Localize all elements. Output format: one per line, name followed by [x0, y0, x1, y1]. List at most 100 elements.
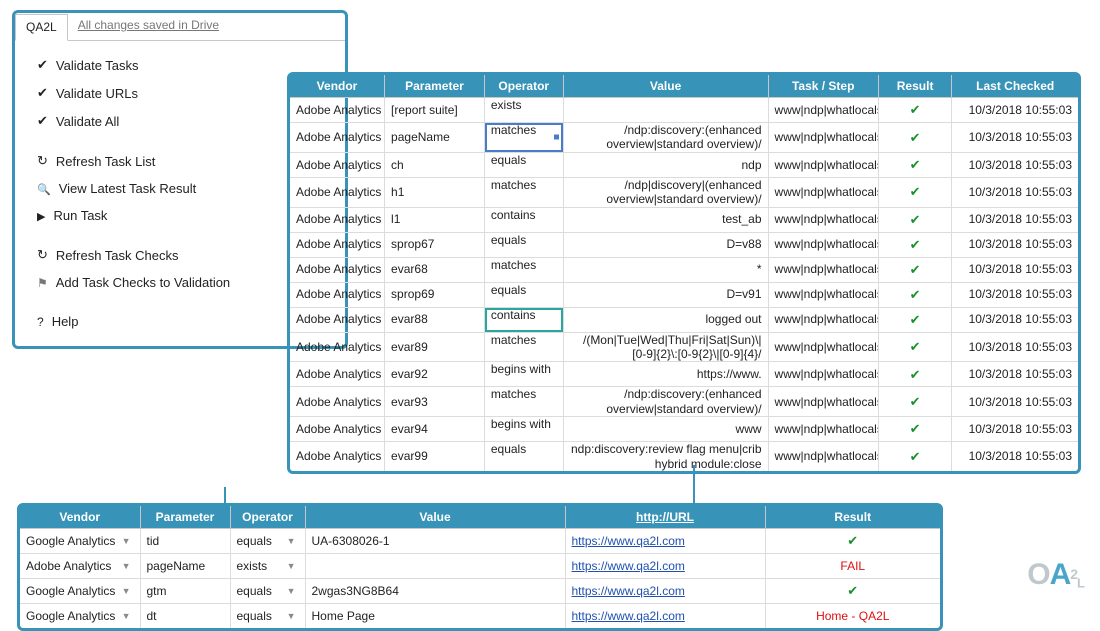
url-cell[interactable]: https://www.qa2l.com: [565, 604, 765, 629]
value-cell[interactable]: /ndp:discovery:(enhanced overview|standa…: [563, 123, 768, 153]
parameter-cell[interactable]: evar89: [385, 332, 485, 362]
column-header[interactable]: http://URL: [565, 506, 765, 529]
task-cell[interactable]: www|ndp|whatlocals:: [768, 387, 878, 417]
parameter-cell[interactable]: gtm: [140, 579, 230, 604]
task-cell[interactable]: www|ndp|whatlocals:: [768, 232, 878, 257]
vendor-cell[interactable]: Adobe Analytics▼: [290, 98, 385, 123]
vendor-cell[interactable]: Adobe Analytics▼: [290, 387, 385, 417]
vendor-cell[interactable]: Adobe Analytics▼: [290, 232, 385, 257]
parameter-cell[interactable]: sprop67: [385, 232, 485, 257]
column-header[interactable]: Last Checked: [952, 75, 1078, 98]
url-cell[interactable]: https://www.qa2l.com: [565, 554, 765, 579]
parameter-cell[interactable]: evar93: [385, 387, 485, 417]
vendor-cell[interactable]: Google Analytics▼: [20, 579, 140, 604]
operator-cell[interactable]: equals: [484, 442, 563, 471]
parameter-cell[interactable]: ch: [385, 152, 485, 177]
parameter-cell[interactable]: dt: [140, 604, 230, 629]
task-cell[interactable]: www|ndp|whatlocals:: [768, 98, 878, 123]
vendor-cell[interactable]: Adobe Analytics▼: [290, 332, 385, 362]
column-header[interactable]: Operator: [484, 75, 563, 98]
parameter-cell[interactable]: evar99: [385, 442, 485, 471]
vendor-cell[interactable]: Adobe Analytics▼: [290, 177, 385, 207]
task-cell[interactable]: www|ndp|whatlocals:: [768, 152, 878, 177]
url-link[interactable]: https://www.qa2l.com: [572, 584, 685, 598]
value-cell[interactable]: ndp:discovery:review flag menu|crib hybr…: [563, 442, 768, 471]
operator-cell[interactable]: matches: [484, 123, 563, 153]
dropdown-arrow-icon[interactable]: ▼: [119, 536, 134, 547]
operator-cell[interactable]: equals: [484, 152, 563, 177]
vendor-cell[interactable]: Adobe Analytics▼: [20, 554, 140, 579]
tab-qa2l[interactable]: QA2L: [15, 14, 68, 41]
value-cell[interactable]: *: [563, 257, 768, 282]
operator-cell[interactable]: exists: [484, 98, 563, 123]
dropdown-arrow-icon[interactable]: ▼: [284, 561, 299, 572]
parameter-cell[interactable]: pageName: [385, 123, 485, 153]
column-header[interactable]: Vendor: [290, 75, 385, 98]
parameter-cell[interactable]: evar68: [385, 257, 485, 282]
task-cell[interactable]: www|ndp|whatlocals:: [768, 257, 878, 282]
column-header[interactable]: Value: [305, 506, 565, 529]
parameter-cell[interactable]: evar92: [385, 362, 485, 387]
url-cell[interactable]: https://www.qa2l.com: [565, 529, 765, 554]
vendor-cell[interactable]: Google Analytics▼: [20, 604, 140, 629]
parameter-cell[interactable]: evar94: [385, 417, 485, 442]
column-header[interactable]: Operator: [230, 506, 305, 529]
operator-cell[interactable]: equals▼: [230, 579, 305, 604]
value-cell[interactable]: logged out: [563, 307, 768, 332]
operator-cell[interactable]: matches: [484, 387, 563, 417]
operator-cell[interactable]: begins with: [484, 362, 563, 387]
dropdown-arrow-icon[interactable]: ▼: [119, 561, 134, 572]
task-cell[interactable]: www|ndp|whatlocals:: [768, 207, 878, 232]
url-cell[interactable]: https://www.qa2l.com: [565, 579, 765, 604]
value-cell[interactable]: D=v91: [563, 282, 768, 307]
vendor-cell[interactable]: Adobe Analytics▼: [290, 207, 385, 232]
operator-cell[interactable]: begins with: [484, 417, 563, 442]
task-cell[interactable]: www|ndp|whatlocals:: [768, 362, 878, 387]
column-header[interactable]: Task / Step: [768, 75, 878, 98]
column-header[interactable]: Result: [765, 506, 940, 529]
url-link[interactable]: https://www.qa2l.com: [572, 534, 685, 548]
value-cell[interactable]: https://www.: [563, 362, 768, 387]
operator-cell[interactable]: matches: [484, 177, 563, 207]
operator-cell[interactable]: matches: [484, 257, 563, 282]
value-cell[interactable]: /(Mon|Tue|Wed|Thu|Fri|Sat|Sun)\|[0-9]{2}…: [563, 332, 768, 362]
task-cell[interactable]: www|ndp|whatlocals:: [768, 417, 878, 442]
operator-cell[interactable]: equals: [484, 232, 563, 257]
operator-cell[interactable]: exists▼: [230, 554, 305, 579]
parameter-cell[interactable]: evar88: [385, 307, 485, 332]
task-cell[interactable]: www|ndp|whatlocals:: [768, 332, 878, 362]
value-cell[interactable]: D=v88: [563, 232, 768, 257]
vendor-cell[interactable]: Adobe Analytics▼: [290, 152, 385, 177]
parameter-cell[interactable]: h1: [385, 177, 485, 207]
vendor-cell[interactable]: Google Analytics▼: [20, 529, 140, 554]
vendor-cell[interactable]: Adobe Analytics▼: [290, 123, 385, 153]
value-cell[interactable]: 2wgas3NG8B64: [305, 579, 565, 604]
operator-cell[interactable]: equals▼: [230, 604, 305, 629]
value-cell[interactable]: [305, 554, 565, 579]
column-header[interactable]: Result: [878, 75, 952, 98]
parameter-cell[interactable]: tid: [140, 529, 230, 554]
dropdown-arrow-icon[interactable]: ▼: [119, 611, 134, 622]
value-cell[interactable]: UA-6308026-1: [305, 529, 565, 554]
value-cell[interactable]: /ndp|discovery|(enhanced overview|standa…: [563, 177, 768, 207]
value-cell[interactable]: [563, 98, 768, 123]
dropdown-arrow-icon[interactable]: ▼: [284, 586, 299, 597]
task-cell[interactable]: www|ndp|whatlocals:: [768, 282, 878, 307]
operator-cell[interactable]: equals: [484, 282, 563, 307]
operator-cell[interactable]: equals▼: [230, 529, 305, 554]
parameter-cell[interactable]: sprop69: [385, 282, 485, 307]
operator-cell[interactable]: contains: [484, 307, 563, 332]
value-cell[interactable]: /ndp:discovery:(enhanced overview|standa…: [563, 387, 768, 417]
parameter-cell[interactable]: pageName: [140, 554, 230, 579]
vendor-cell[interactable]: Adobe Analytics▼: [290, 442, 385, 471]
column-header[interactable]: Value: [563, 75, 768, 98]
url-link[interactable]: https://www.qa2l.com: [572, 559, 685, 573]
column-header[interactable]: Parameter: [385, 75, 485, 98]
operator-cell[interactable]: contains: [484, 207, 563, 232]
vendor-cell[interactable]: Adobe Analytics▼: [290, 307, 385, 332]
column-header[interactable]: Vendor: [20, 506, 140, 529]
value-cell[interactable]: www: [563, 417, 768, 442]
vendor-cell[interactable]: Adobe Analytics▼: [290, 417, 385, 442]
value-cell[interactable]: ndp: [563, 152, 768, 177]
value-cell[interactable]: test_ab: [563, 207, 768, 232]
